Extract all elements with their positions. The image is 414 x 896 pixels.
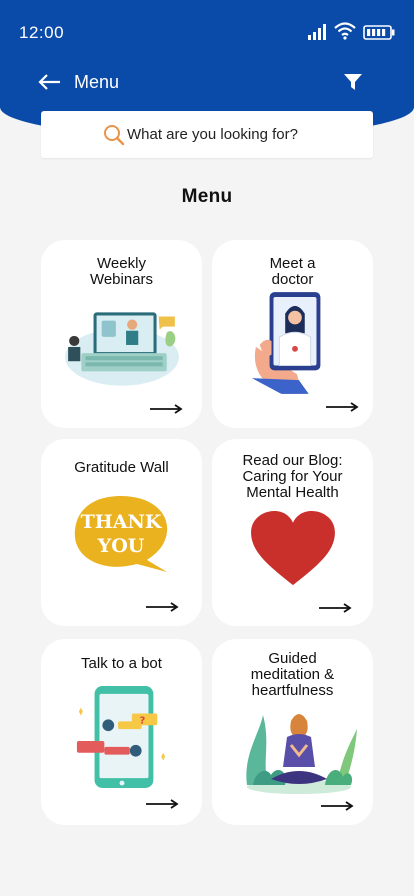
status-bar: 12:00 [0,0,414,66]
card-label: Meet a doctor [269,255,316,288]
nav-title: Menu [74,72,120,92]
battery-icon [363,25,395,40]
chatbot-phone-illustration-icon: ? [76,686,166,788]
search-input[interactable] [127,121,347,147]
arrow-right-icon [319,603,352,613]
card-read-blog[interactable]: Read our Blog: Caring for Your Mental He… [212,439,373,626]
wifi-icon [334,22,356,40]
arrow-right-icon [150,404,183,414]
search-bar[interactable] [41,111,373,158]
card-talk-to-bot[interactable]: Talk to a bot ? [41,639,202,825]
card-guided-meditation[interactable]: Guided meditation & heartfulness [212,639,373,825]
signal-icon [308,24,326,40]
heart-icon [251,511,335,586]
svg-text:?: ? [140,715,146,726]
status-time: 12:00 [19,23,65,42]
back-arrow-icon[interactable] [38,71,62,93]
svg-text:THANK: THANK [81,511,163,533]
nav-bar: Menu [0,66,414,102]
card-label: Gratitude Wall [74,459,169,476]
card-weekly-webinars[interactable]: Weekly Webinars [41,240,202,428]
arrow-right-icon [326,402,359,412]
filter-icon[interactable] [343,72,363,92]
webinar-illustration-icon [65,312,179,386]
thank-you-bubble-illustration-icon: THANK YOU [74,496,168,572]
card-label: Talk to a bot [81,655,162,672]
arrow-right-icon [146,602,179,612]
meditation-illustration-icon [246,714,357,794]
card-meet-doctor[interactable]: Meet a doctor [212,240,373,428]
card-gratitude-wall[interactable]: Gratitude Wall THANK YOU [41,439,202,626]
search-icon [104,125,125,146]
arrow-right-icon [146,799,179,809]
svg-text:YOU: YOU [97,535,145,557]
card-label: Guided meditation & heartfulness [250,650,335,699]
arrow-right-icon [321,801,354,811]
doctor-phone-illustration-icon [251,292,321,394]
card-label: Weekly Webinars [89,255,154,288]
page-title: Menu [181,186,233,207]
card-label: Read our Blog: Caring for Your Mental He… [242,452,343,501]
